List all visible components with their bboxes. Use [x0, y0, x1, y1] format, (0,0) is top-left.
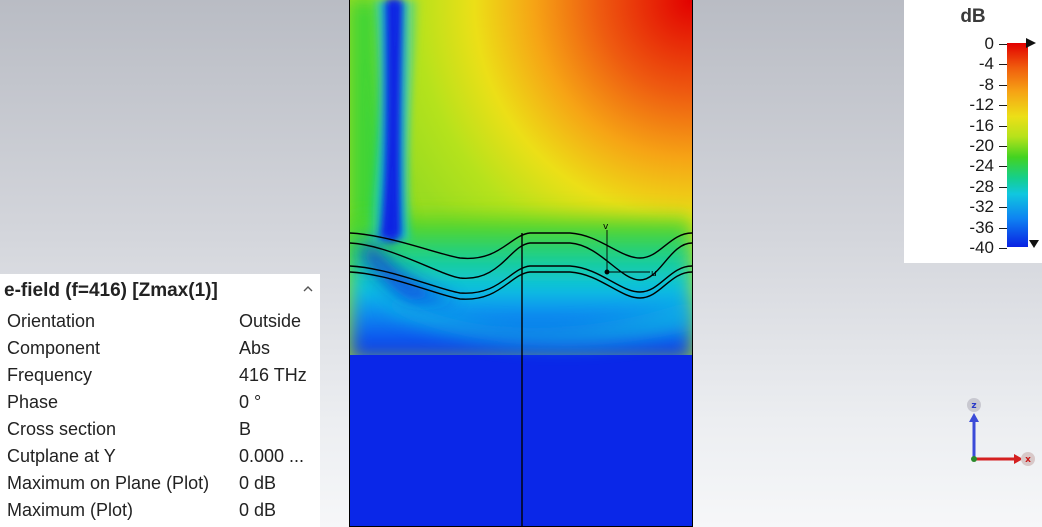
z-axis-label: z — [971, 401, 976, 411]
property-row[interactable]: Maximum on Plane (Plot) 0 dB — [0, 471, 320, 498]
legend-min-arrow-icon[interactable] — [1028, 238, 1042, 250]
chevron-up-icon — [303, 286, 313, 292]
legend-tick-mark — [999, 105, 1007, 106]
legend-tick-label: -8 — [978, 74, 994, 94]
legend-tick-mark — [999, 44, 1007, 45]
property-key: Component — [7, 338, 101, 358]
legend-tick-label: -28 — [969, 176, 994, 196]
property-value: Abs — [239, 338, 271, 358]
legend-tick-mark — [999, 207, 1007, 208]
field-plot-canvas: v u — [350, 0, 692, 526]
property-row[interactable]: Cross section B — [0, 417, 320, 444]
property-value: Outside — [239, 311, 302, 331]
legend-unit: dB — [960, 6, 986, 27]
property-row[interactable]: Maximum (Plot) 0 dB — [0, 498, 320, 525]
probe-v-label: v — [603, 222, 609, 232]
property-row[interactable]: Orientation Outside — [0, 309, 320, 336]
legend-tick-label: -24 — [969, 156, 994, 176]
panel-title: e-field (f=416) [Zmax(1)] — [4, 280, 218, 301]
legend-tick-label: -32 — [969, 197, 994, 217]
property-value: 0.000 ... — [239, 446, 305, 466]
legend-tick-mark — [999, 166, 1007, 167]
probe-u-label: u — [651, 269, 657, 279]
legend-tick-label: -36 — [969, 217, 994, 237]
property-key: Maximum (Plot) — [7, 500, 134, 520]
properties-panel: e-field (f=416) [Zmax(1)] Orientation Out… — [0, 274, 320, 527]
field-plot[interactable]: v u — [349, 0, 693, 527]
legend-tick-label: -4 — [978, 54, 994, 74]
legend-tick-label: 0 — [984, 34, 994, 53]
legend-tick-label: -12 — [969, 95, 994, 115]
legend-tick-mark — [999, 248, 1007, 249]
property-key: Frequency — [7, 365, 93, 385]
legend-tick-label: -16 — [969, 115, 994, 135]
property-key: Cutplane at Y — [7, 446, 116, 466]
property-key: Orientation — [7, 311, 96, 331]
property-value: 0 dB — [239, 473, 277, 493]
property-key: Maximum on Plane (Plot) — [7, 473, 210, 493]
property-row[interactable]: Component Abs — [0, 336, 320, 363]
legend-tick-label: -40 — [969, 238, 994, 257]
property-row[interactable]: Phase 0 ° — [0, 390, 320, 417]
property-row[interactable]: Cutplane at Y 0.000 ... — [0, 444, 320, 471]
property-value: 0 ° — [239, 392, 262, 412]
axis-triad: z x — [960, 396, 1040, 474]
color-legend: dB 0 -4 -8 -12 -16 -20 -24 -28 -32 -36 -40 — [904, 0, 1042, 263]
legend-tick-mark — [999, 187, 1007, 188]
property-value: 416 THz — [239, 365, 307, 385]
legend-max-arrow-icon[interactable] — [1026, 36, 1040, 50]
property-key: Cross section — [7, 419, 117, 439]
z-axis-arrow-icon — [969, 413, 979, 422]
property-value: 0 dB — [239, 500, 277, 520]
collapse-chevron-up-icon[interactable] — [301, 283, 315, 297]
legend-tick-mark — [999, 146, 1007, 147]
legend-tick-mark — [999, 228, 1007, 229]
property-value: B — [239, 419, 252, 439]
legend-tick-mark — [999, 85, 1007, 86]
legend-tick-mark — [999, 126, 1007, 127]
property-key: Phase — [7, 392, 59, 412]
legend-color-bar — [1007, 43, 1028, 247]
legend-tick-mark — [999, 64, 1007, 65]
legend-tick-label: -20 — [969, 136, 994, 155]
property-row[interactable]: Frequency 416 THz — [0, 363, 320, 390]
x-axis-label: x — [1025, 455, 1031, 465]
